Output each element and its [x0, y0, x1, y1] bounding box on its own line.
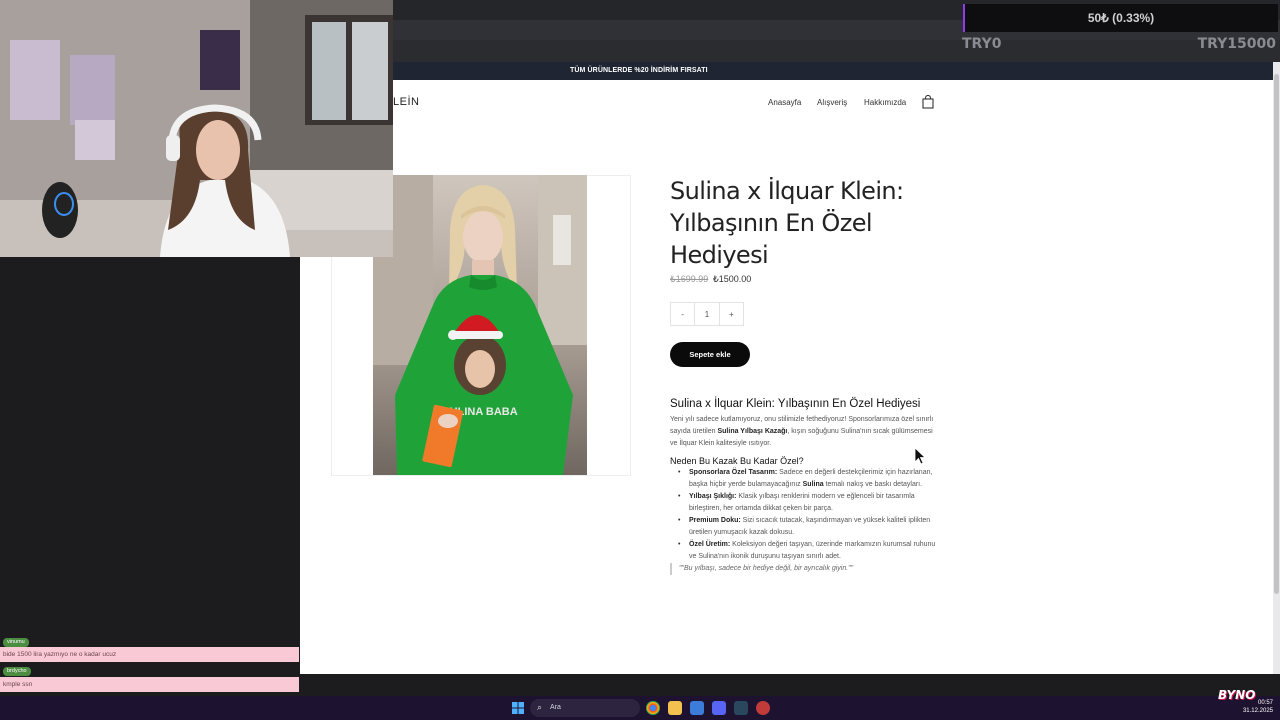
taskbar-search-input[interactable]: Ara [530, 699, 640, 717]
mouse-cursor-icon [914, 447, 926, 465]
description-intro: Yeni yılı sadece kutlamıyoruz, onu stili… [670, 414, 942, 450]
product-image[interactable]: SULINA BABA [373, 175, 587, 475]
nav-home-link[interactable]: Anasayfa [768, 98, 801, 107]
current-price: ₺1500.00 [713, 274, 752, 284]
nav-about-link[interactable]: Hakkımızda [864, 98, 906, 107]
product-description: Sulina x İlquar Klein: Yılbaşının En Öze… [670, 398, 942, 575]
goal-start-label: TRY0 [962, 36, 1002, 52]
chrome-icon[interactable] [646, 701, 660, 715]
nav-shop-link[interactable]: Alışveriş [817, 98, 847, 107]
feature-label: Yılbaşı Şıklığı: [689, 493, 737, 500]
overlay-bar [393, 40, 1280, 62]
quantity-increase-button[interactable]: + [720, 303, 743, 325]
donation-progress-text: 50₺ (0.33%) [1087, 11, 1155, 25]
announcement-text: TÜM ÜRÜNLERDE %20 İNDİRİM FIRSATI [570, 67, 708, 74]
feature-text: temalı nakış ve baskı detayları. [823, 481, 923, 488]
description-quote: ""Bu yılbaşı, sadece bir hediye değil, b… [670, 563, 942, 575]
quantity-input[interactable]: 1 [694, 303, 720, 325]
screen: 50₺ (0.33%) TRY0 TRY15000 TÜM ÜRÜNLERDE … [0, 0, 1280, 720]
file-explorer-icon[interactable] [668, 701, 682, 715]
description-subheading: Neden Bu Kazak Bu Kadar Özel? [670, 456, 804, 466]
intro-bold-text: Sulina Yılbaşı Kazağı [717, 428, 788, 435]
donation-goal-box: 50₺ (0.33%) [963, 4, 1278, 32]
feature-label: Premium Doku: [689, 517, 741, 524]
steam-icon[interactable] [734, 701, 748, 715]
feature-item: Sponsorlara Özel Tasarım: Sadece en değe… [678, 467, 942, 491]
quantity-decrease-button[interactable]: - [671, 303, 694, 325]
webcam-feed [0, 0, 393, 257]
feature-list: Sponsorlara Özel Tasarım: Sadece en değe… [670, 467, 942, 563]
feature-item: Yılbaşı Şıklığı: Klasik yılbaşı renkleri… [678, 491, 942, 515]
product-title: Sulina x İlquar Klein: Yılbaşının En Öze… [670, 177, 904, 269]
chat-username[interactable]: brdycho [3, 667, 31, 676]
search-icon: ⌕ [537, 702, 543, 712]
windows-start-icon[interactable] [512, 702, 524, 714]
taskbar [0, 696, 1280, 720]
clock-time: 00:57 [1257, 700, 1273, 706]
old-price: ₺1699.99 [670, 274, 709, 284]
feature-label: Özel Üretim: [689, 541, 731, 548]
scrollbar-thumb[interactable] [1274, 74, 1279, 594]
feature-label: Sponsorlara Özel Tasarım: [689, 469, 778, 476]
discord-icon[interactable] [712, 701, 726, 715]
description-title: Sulina x İlquar Klein: Yılbaşının En Öze… [670, 398, 921, 410]
store-logo[interactable]: LEİN [393, 96, 419, 108]
feature-bold-text: Sulina [802, 481, 824, 488]
announcement-bar [393, 62, 1273, 80]
goal-end-label: TRY15000 [1197, 36, 1276, 52]
quantity-stepper: - 1 + [670, 302, 744, 326]
add-to-cart-button[interactable]: Sepete ekle [670, 342, 750, 367]
app-icon[interactable] [756, 701, 770, 715]
app-icon[interactable] [690, 701, 704, 715]
clock-date: 31.12.2025 [1242, 708, 1273, 714]
shopping-bag-icon[interactable] [922, 95, 934, 109]
chat-message: kmple ssn [0, 677, 299, 692]
system-clock[interactable]: 00:57 31.12.2025 [1241, 699, 1273, 715]
chat-username[interactable]: vinumu [3, 638, 29, 647]
chat-message: bide 1500 lira yazmıyo ne o kadar ucuz [0, 647, 299, 662]
feature-item: Premium Doku: Sizi sıcacık tutacak, kaşı… [678, 515, 942, 539]
feature-item: Özel Üretim: Koleksiyon değeri taşıyan, … [678, 539, 942, 563]
